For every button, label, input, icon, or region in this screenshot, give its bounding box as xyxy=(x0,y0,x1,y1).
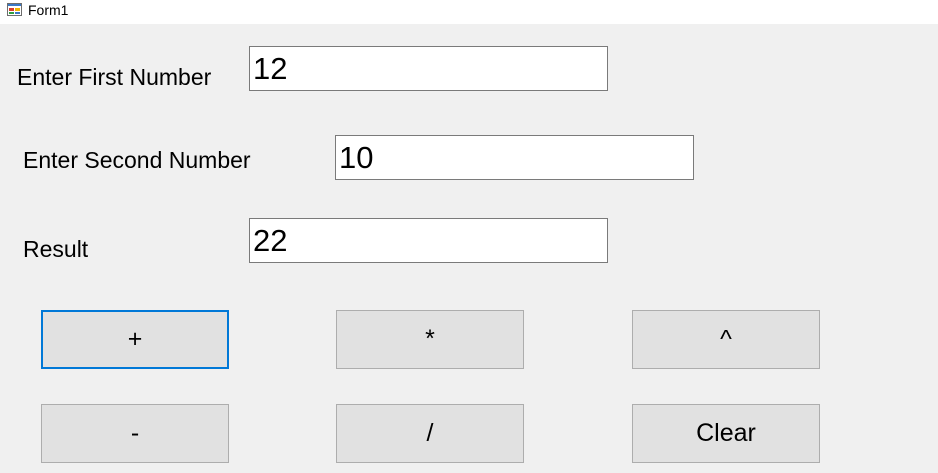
winforms-app-icon xyxy=(7,3,22,16)
multiply-button[interactable]: * xyxy=(336,310,524,369)
window-title: Form1 xyxy=(28,2,69,18)
result-field[interactable] xyxy=(249,218,608,263)
second-number-input[interactable] xyxy=(335,135,694,180)
first-number-input[interactable] xyxy=(249,46,608,91)
power-button[interactable]: ^ xyxy=(632,310,820,369)
second-number-label: Enter Second Number xyxy=(23,147,251,173)
subtract-button[interactable]: - xyxy=(41,404,229,463)
clear-button[interactable]: Clear xyxy=(632,404,820,463)
add-button[interactable]: + xyxy=(41,310,229,369)
result-label: Result xyxy=(23,236,89,262)
divide-button[interactable]: / xyxy=(336,404,524,463)
title-bar[interactable]: Form1 xyxy=(0,0,938,24)
first-number-label: Enter First Number xyxy=(17,64,212,90)
